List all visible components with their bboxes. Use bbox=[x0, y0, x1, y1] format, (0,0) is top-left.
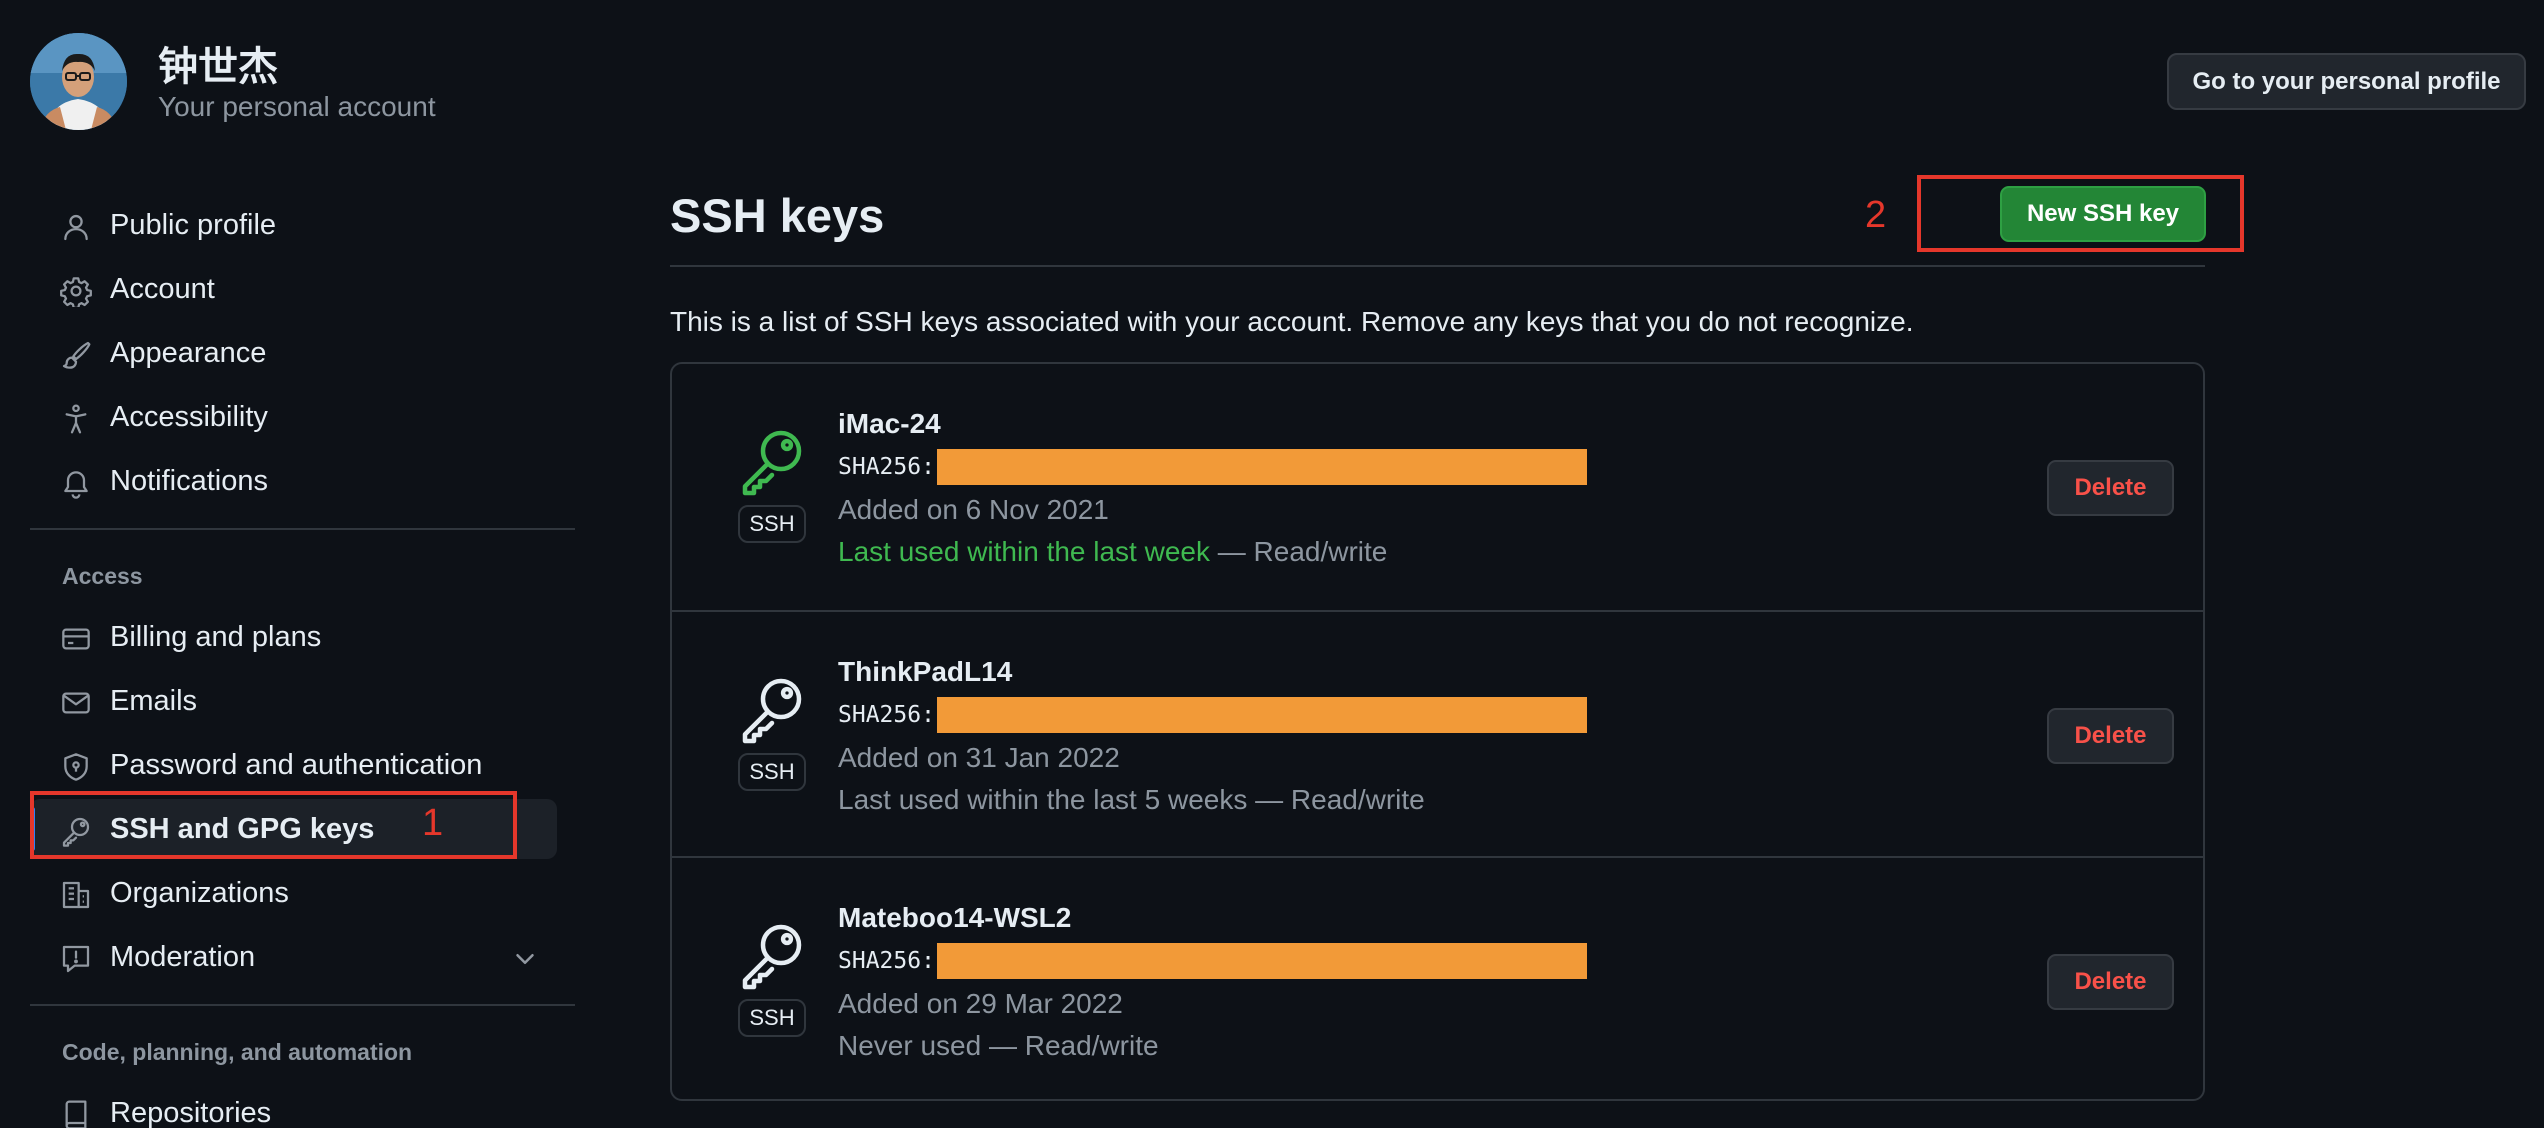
sidebar-item-label: Billing and plans bbox=[110, 621, 322, 653]
person-icon bbox=[60, 211, 92, 243]
delete-key-button[interactable]: Delete bbox=[2047, 954, 2174, 1010]
key-fingerprint: SHA256: bbox=[838, 696, 1587, 734]
sidebar-item-label: Appearance bbox=[110, 337, 267, 369]
ssh-badge: SSH bbox=[738, 999, 806, 1037]
sidebar-item-emails[interactable]: Emails bbox=[30, 671, 557, 731]
annotation-box-1 bbox=[30, 791, 517, 859]
fingerprint-prefix: SHA256: bbox=[838, 948, 935, 974]
sidebar-item-accessibility[interactable]: Accessibility bbox=[30, 387, 557, 447]
ssh-badge: SSH bbox=[738, 753, 806, 791]
page-description: This is a list of SSH keys associated wi… bbox=[670, 306, 1914, 337]
delete-key-button[interactable]: Delete bbox=[2047, 708, 2174, 764]
key-icon bbox=[736, 672, 808, 744]
redaction-block bbox=[936, 449, 1587, 485]
sidebar-divider bbox=[30, 528, 575, 530]
key-icon bbox=[736, 424, 808, 496]
sidebar-divider bbox=[30, 1004, 575, 1006]
sidebar-item-public-profile[interactable]: Public profile bbox=[30, 195, 557, 255]
sidebar-item-appearance[interactable]: Appearance bbox=[30, 323, 557, 383]
annotation-number-2: 2 bbox=[1865, 194, 1887, 236]
sidebar-item-billing[interactable]: Billing and plans bbox=[30, 607, 557, 667]
ssh-key-row: SSH iMac-24 SHA256: Added on 6 Nov 2021 … bbox=[672, 364, 2203, 610]
sidebar-group-access-title: Access bbox=[62, 563, 143, 589]
sidebar-item-label: Moderation bbox=[110, 941, 256, 973]
sidebar-item-label: Public profile bbox=[110, 209, 277, 241]
go-to-profile-button[interactable]: Go to your personal profile bbox=[2167, 53, 2526, 110]
page-title: SSH keys bbox=[670, 189, 885, 242]
repo-icon bbox=[60, 1099, 92, 1128]
user-name: 钟世杰 bbox=[158, 44, 278, 90]
key-last-used: Never used — Read/write bbox=[838, 1030, 1159, 1061]
ssh-badge: SSH bbox=[738, 505, 806, 543]
avatar[interactable] bbox=[30, 33, 127, 130]
bell-icon bbox=[60, 467, 92, 499]
report-icon bbox=[60, 943, 92, 975]
sidebar-item-label: Repositories bbox=[110, 1097, 272, 1128]
ssh-key-row: SSH Mateboo14-WSL2 SHA256: Added on 29 M… bbox=[672, 856, 2203, 1102]
delete-key-button[interactable]: Delete bbox=[2047, 460, 2174, 516]
key-added-date: Added on 31 Jan 2022 bbox=[838, 742, 1120, 773]
shield-lock-icon bbox=[60, 751, 92, 783]
settings-page: 钟世杰 Your personal account Go to your per… bbox=[0, 0, 2544, 1128]
sidebar-item-password-auth[interactable]: Password and authentication bbox=[30, 735, 557, 795]
annotation-box-2 bbox=[1917, 175, 2244, 252]
redaction-block bbox=[936, 943, 1587, 979]
organization-icon bbox=[60, 879, 92, 911]
user-subtitle: Your personal account bbox=[158, 91, 436, 122]
sidebar-item-label: Account bbox=[110, 273, 215, 305]
sidebar-item-moderation[interactable]: Moderation bbox=[30, 927, 557, 987]
sidebar-item-account[interactable]: Account bbox=[30, 259, 557, 319]
fingerprint-prefix: SHA256: bbox=[838, 702, 935, 728]
sidebar-item-notifications[interactable]: Notifications bbox=[30, 451, 557, 511]
paintbrush-icon bbox=[60, 339, 92, 371]
title-divider bbox=[670, 265, 2205, 267]
ssh-key-row: SSH ThinkPadL14 SHA256: Added on 31 Jan … bbox=[672, 610, 2203, 856]
key-fingerprint: SHA256: bbox=[838, 448, 1587, 486]
sidebar-item-repositories[interactable]: Repositories bbox=[30, 1083, 557, 1128]
annotation-number-1: 1 bbox=[422, 802, 444, 844]
accessibility-icon bbox=[60, 403, 92, 435]
credit-card-icon bbox=[60, 623, 92, 655]
key-title: ThinkPadL14 bbox=[838, 656, 1013, 687]
fingerprint-prefix: SHA256: bbox=[838, 454, 935, 480]
key-added-date: Added on 29 Mar 2022 bbox=[838, 988, 1123, 1019]
key-last-used: Last used within the last week — Read/wr… bbox=[838, 536, 1387, 568]
sidebar-item-label: Password and authentication bbox=[110, 749, 483, 781]
gear-icon bbox=[60, 275, 92, 307]
sidebar-item-label: Emails bbox=[110, 685, 198, 717]
sidebar-item-label: Accessibility bbox=[110, 401, 268, 433]
redaction-block bbox=[936, 697, 1587, 733]
sidebar-item-label: Notifications bbox=[110, 465, 268, 497]
sidebar-group-code-title: Code, planning, and automation bbox=[62, 1039, 413, 1065]
key-last-used: Last used within the last 5 weeks — Read… bbox=[838, 784, 1425, 815]
ssh-key-list: SSH iMac-24 SHA256: Added on 6 Nov 2021 … bbox=[670, 362, 2205, 1101]
sidebar-item-organizations[interactable]: Organizations bbox=[30, 863, 557, 923]
key-title: iMac-24 bbox=[838, 408, 941, 439]
key-added-date: Added on 6 Nov 2021 bbox=[838, 494, 1109, 525]
key-title: Mateboo14-WSL2 bbox=[838, 902, 1072, 933]
sidebar-item-label: Organizations bbox=[110, 877, 289, 909]
last-used-recent: Last used within the last week bbox=[838, 536, 1210, 567]
chevron-down-icon[interactable] bbox=[510, 944, 540, 974]
key-fingerprint: SHA256: bbox=[838, 942, 1587, 980]
mail-icon bbox=[60, 687, 92, 719]
key-access: — Read/write bbox=[1209, 536, 1388, 567]
key-icon bbox=[736, 918, 808, 990]
